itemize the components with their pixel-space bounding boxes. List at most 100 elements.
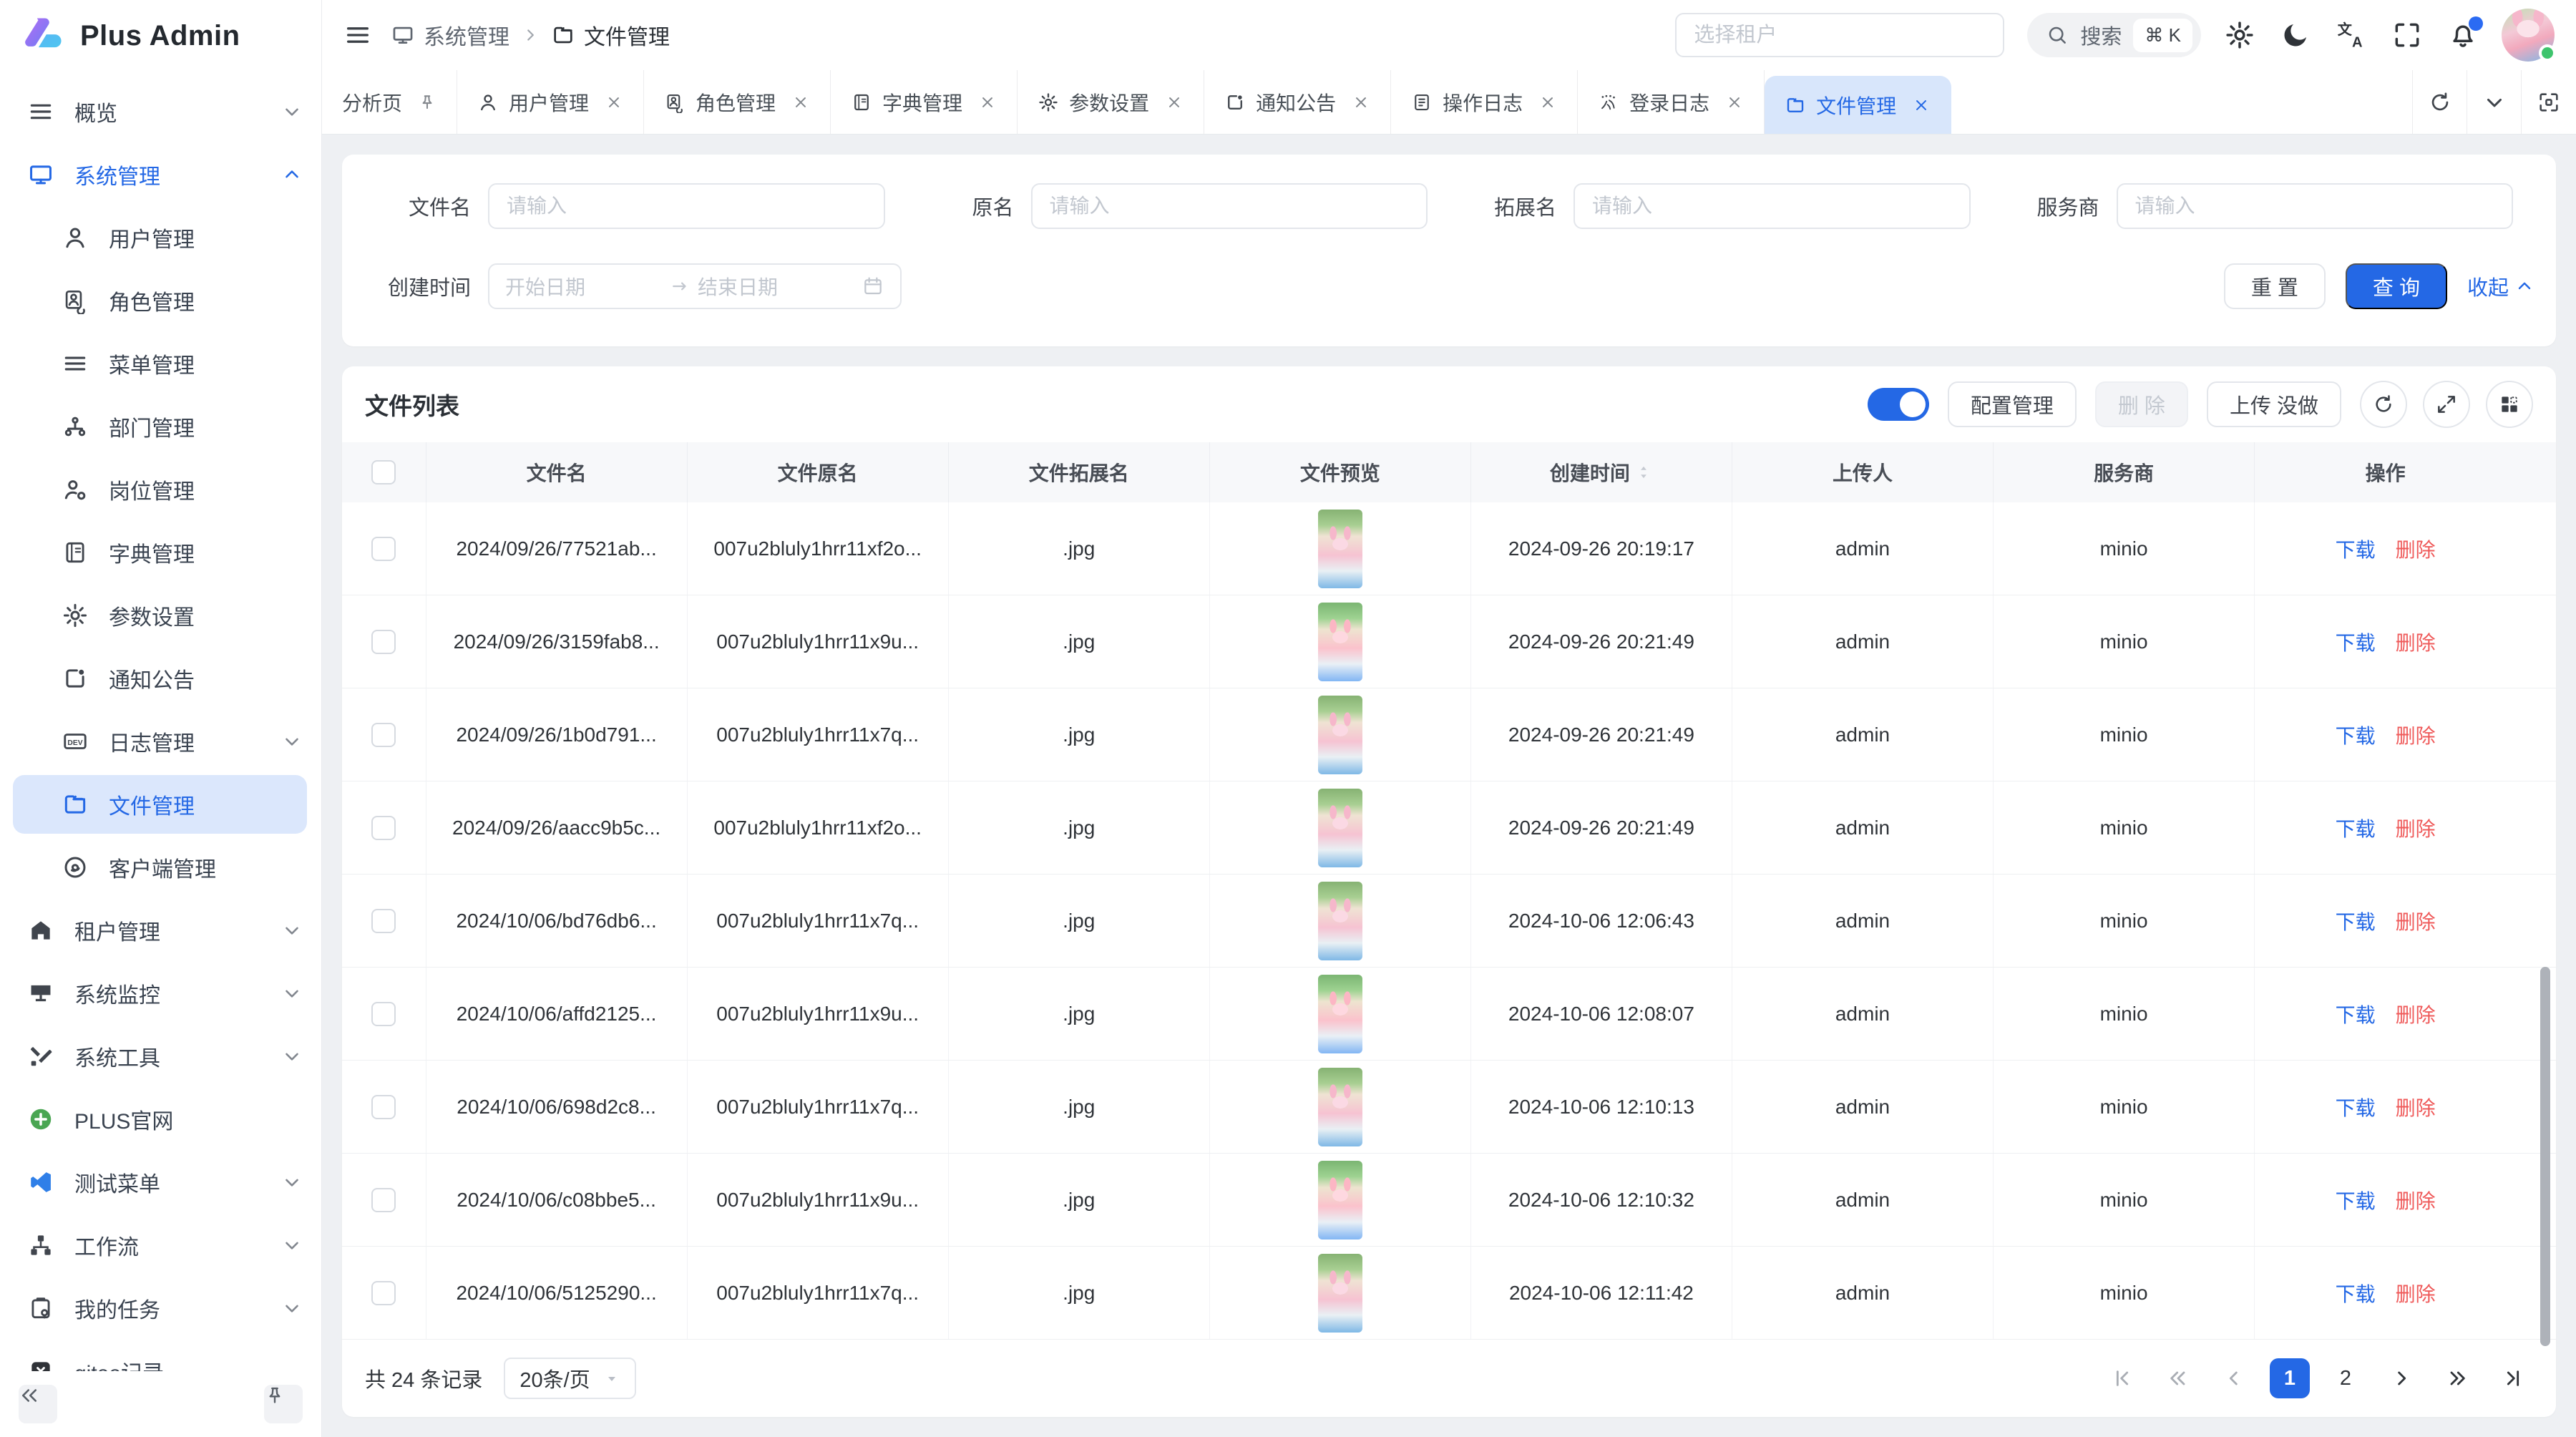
- file-preview-thumbnail[interactable]: [1318, 1161, 1362, 1239]
- sidebar-item-7[interactable]: 字典管理: [0, 521, 321, 584]
- tabbar-chevdown-button[interactable]: [2467, 70, 2522, 134]
- sidebar-item-18[interactable]: 工作流: [0, 1214, 321, 1277]
- tab-3[interactable]: 字典管理: [831, 70, 1018, 134]
- sidebar-item-14[interactable]: 系统监控: [0, 962, 321, 1025]
- page-prev-button[interactable]: [2214, 1358, 2254, 1398]
- sidebar-item-20[interactable]: gitee记录: [0, 1340, 321, 1371]
- sidebar-item-9[interactable]: 通知公告: [0, 647, 321, 710]
- close-icon[interactable]: [978, 93, 997, 112]
- filter-field-input-0[interactable]: [488, 183, 885, 229]
- row-checkbox[interactable]: [371, 537, 396, 561]
- file-preview-thumbnail[interactable]: [1318, 789, 1362, 867]
- created-time-range-picker[interactable]: 开始日期 结束日期: [488, 263, 902, 309]
- download-link[interactable]: 下载: [2336, 907, 2376, 935]
- close-icon[interactable]: [1538, 93, 1557, 112]
- close-icon[interactable]: [1165, 93, 1184, 112]
- delete-link[interactable]: 删除: [2396, 628, 2436, 656]
- page-next-double-button[interactable]: [2437, 1358, 2477, 1398]
- sidebar-item-15[interactable]: 系统工具: [0, 1025, 321, 1088]
- sidebar-item-0[interactable]: 概览: [0, 80, 321, 143]
- download-link[interactable]: 下载: [2336, 1093, 2376, 1121]
- delete-link[interactable]: 删除: [2396, 1186, 2436, 1214]
- download-link[interactable]: 下载: [2336, 1000, 2376, 1028]
- sidebar-item-17[interactable]: 测试菜单: [0, 1151, 321, 1214]
- table-expand-button[interactable]: [2423, 381, 2470, 428]
- close-icon[interactable]: [1352, 93, 1370, 112]
- sidebar-item-5[interactable]: 部门管理: [0, 395, 321, 458]
- notifications-button[interactable]: [2447, 19, 2479, 51]
- page-button-1[interactable]: 1: [2270, 1358, 2310, 1398]
- file-preview-thumbnail[interactable]: [1318, 975, 1362, 1053]
- sidebar-item-10[interactable]: DEV 日志管理: [0, 710, 321, 773]
- page-last-button[interactable]: [2493, 1358, 2533, 1398]
- breadcrumb-item-1[interactable]: 文件管理: [551, 19, 670, 51]
- close-icon[interactable]: [1912, 96, 1931, 115]
- filter-field-input-1[interactable]: [1031, 183, 1428, 229]
- tab-2[interactable]: 角色管理: [644, 70, 831, 134]
- tab-1[interactable]: 用户管理: [457, 70, 644, 134]
- table-refresh-button[interactable]: [2360, 381, 2407, 428]
- tabbar-refresh-button[interactable]: [2413, 70, 2467, 134]
- column-header-4[interactable]: 创建时间: [1471, 442, 1732, 502]
- sort-caret-icon[interactable]: [1634, 463, 1653, 482]
- file-preview-thumbnail[interactable]: [1318, 1254, 1362, 1333]
- filter-field-input-3[interactable]: [2117, 183, 2514, 229]
- delete-link[interactable]: 删除: [2396, 907, 2436, 935]
- close-icon[interactable]: [1725, 93, 1744, 112]
- global-search-button[interactable]: 搜索 ⌘ K: [2027, 13, 2201, 57]
- row-checkbox[interactable]: [371, 1188, 396, 1212]
- sidebar-collapse-button[interactable]: [19, 1385, 57, 1423]
- page-prev-double-button[interactable]: [2158, 1358, 2198, 1398]
- tab-7[interactable]: 登录日志: [1578, 70, 1765, 134]
- translate-button[interactable]: 文A: [2336, 19, 2367, 51]
- sidebar-item-16[interactable]: PLUS官网: [0, 1088, 321, 1151]
- row-checkbox[interactable]: [371, 1281, 396, 1305]
- delete-link[interactable]: 删除: [2396, 1000, 2436, 1028]
- sidebar-item-6[interactable]: 岗位管理: [0, 458, 321, 521]
- download-link[interactable]: 下载: [2336, 721, 2376, 749]
- sidebar-item-3[interactable]: 角色管理: [0, 269, 321, 332]
- page-button-2[interactable]: 2: [2326, 1358, 2366, 1398]
- download-link[interactable]: 下载: [2336, 1186, 2376, 1214]
- row-checkbox[interactable]: [371, 816, 396, 840]
- file-preview-thumbnail[interactable]: [1318, 1068, 1362, 1146]
- tab-4[interactable]: 参数设置: [1018, 70, 1204, 134]
- sidebar-item-8[interactable]: 参数设置: [0, 584, 321, 647]
- row-checkbox[interactable]: [371, 723, 396, 747]
- delete-link[interactable]: 删除: [2396, 721, 2436, 749]
- sidebar-item-13[interactable]: 租户管理: [0, 899, 321, 962]
- file-preview-thumbnail[interactable]: [1318, 510, 1362, 588]
- download-link[interactable]: 下载: [2336, 1279, 2376, 1307]
- row-checkbox[interactable]: [371, 630, 396, 654]
- file-preview-thumbnail[interactable]: [1318, 882, 1362, 960]
- close-icon[interactable]: [605, 93, 623, 112]
- delete-link[interactable]: 删除: [2396, 1093, 2436, 1121]
- search-panel-toggle[interactable]: [1868, 388, 1929, 421]
- page-first-button[interactable]: [2102, 1358, 2142, 1398]
- settings-button[interactable]: [2224, 19, 2255, 51]
- sidebar-toggle-button[interactable]: [343, 21, 372, 49]
- config-manage-button[interactable]: 配置管理: [1948, 381, 2077, 427]
- row-checkbox[interactable]: [371, 1002, 396, 1026]
- select-all-checkbox[interactable]: [371, 460, 396, 484]
- download-link[interactable]: 下载: [2336, 814, 2376, 842]
- row-checkbox[interactable]: [371, 1095, 396, 1119]
- collapse-filter-link[interactable]: 收起: [2467, 271, 2534, 301]
- tab-0[interactable]: 分析页: [322, 70, 457, 134]
- sidebar-item-1[interactable]: 系统管理: [0, 143, 321, 206]
- sidebar-pin-button[interactable]: [264, 1385, 303, 1423]
- row-checkbox[interactable]: [371, 909, 396, 933]
- file-preview-thumbnail[interactable]: [1318, 696, 1362, 774]
- download-link[interactable]: 下载: [2336, 628, 2376, 656]
- sidebar-item-11[interactable]: 文件管理: [13, 775, 307, 834]
- page-size-select[interactable]: 20条/页: [504, 1358, 635, 1399]
- page-next-button[interactable]: [2381, 1358, 2421, 1398]
- tenant-select-input[interactable]: [1675, 13, 2004, 57]
- table-scrollbar-thumb[interactable]: [2540, 967, 2550, 1346]
- download-link[interactable]: 下载: [2336, 535, 2376, 563]
- tabbar-content-fullscreen-button[interactable]: [2522, 70, 2576, 134]
- close-icon[interactable]: [791, 93, 810, 112]
- upload-button[interactable]: 上传 没做: [2207, 381, 2341, 427]
- delete-link[interactable]: 删除: [2396, 1279, 2436, 1307]
- sidebar-item-12[interactable]: 客户端管理: [0, 836, 321, 899]
